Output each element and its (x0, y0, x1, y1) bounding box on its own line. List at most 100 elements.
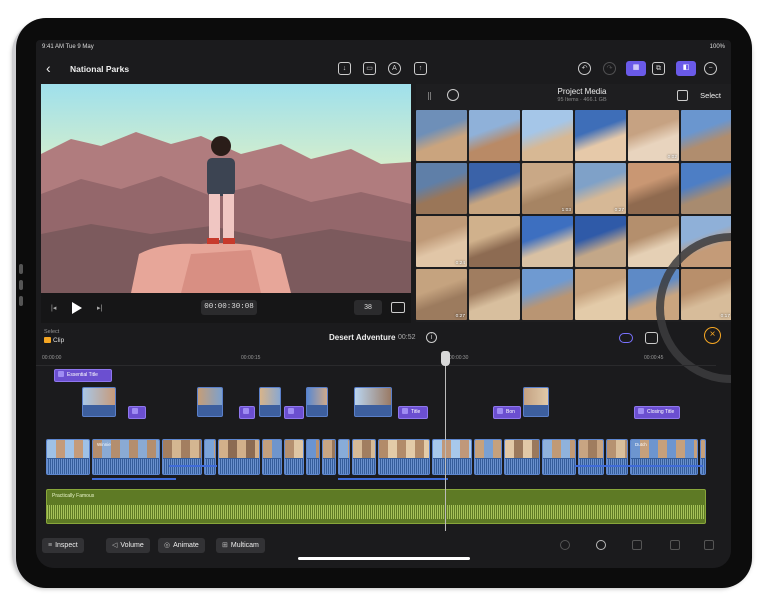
primary-clip[interactable] (162, 439, 202, 475)
media-thumbnail[interactable]: 0:24 (416, 216, 467, 267)
primary-clip[interactable] (606, 439, 628, 475)
title-clip[interactable] (239, 406, 255, 419)
primary-clip[interactable] (504, 439, 540, 475)
title-clip[interactable]: Essential Title (54, 369, 112, 382)
zoom-level[interactable]: 38 (354, 300, 382, 315)
primary-clip[interactable]: Dutch (630, 439, 698, 475)
split-icon[interactable] (632, 540, 642, 550)
playhead-handle[interactable] (441, 351, 450, 366)
title-clip[interactable]: Closing Title (634, 406, 680, 419)
clip-mode[interactable]: Clip (44, 337, 64, 344)
media-thumbnail[interactable] (628, 163, 679, 214)
connected-clip[interactable] (82, 387, 116, 417)
primary-clip[interactable] (542, 439, 576, 475)
connected-clip[interactable] (197, 387, 223, 417)
multicam-button[interactable]: ⊞ Multicam (216, 538, 265, 553)
media-thumbnail[interactable] (469, 163, 520, 214)
primary-clip[interactable] (284, 439, 304, 475)
effects-icon[interactable]: ⧉ (652, 62, 665, 75)
primary-clip[interactable] (474, 439, 502, 475)
primary-clip[interactable] (306, 439, 320, 475)
connected-clip[interactable] (523, 387, 549, 417)
media-thumbnail[interactable] (469, 110, 520, 161)
share-icon[interactable]: ↑ (414, 62, 427, 75)
title-clip[interactable]: Bon (493, 406, 521, 419)
more-icon[interactable]: − (704, 62, 717, 75)
media-thumbnail[interactable] (575, 110, 626, 161)
clip-filmstrip (307, 440, 319, 458)
voiceover-icon[interactable]: A (388, 62, 401, 75)
timeline[interactable]: Essential Title Title Bon Closing Title … (36, 366, 731, 531)
fit-view-icon[interactable] (391, 302, 405, 313)
media-thumbnail[interactable] (416, 163, 467, 214)
primary-clip[interactable] (700, 439, 706, 475)
connected-clip[interactable] (354, 387, 392, 417)
primary-clip[interactable] (432, 439, 472, 475)
media-thumbnail[interactable] (681, 163, 731, 214)
media-thumbnail[interactable] (681, 110, 731, 161)
media-thumbnail[interactable] (575, 269, 626, 320)
primary-clip[interactable] (204, 439, 216, 475)
media-thumbnail[interactable]: 0:02 (628, 110, 679, 161)
media-thumbnail[interactable] (575, 216, 626, 267)
undo-icon[interactable]: ↶ (578, 62, 591, 75)
primary-clip[interactable] (338, 439, 350, 475)
media-thumbnail[interactable] (522, 216, 573, 267)
redo-icon[interactable]: ↷ (603, 62, 616, 75)
side-button (19, 280, 23, 290)
grid-view-icon[interactable] (677, 90, 688, 101)
media-thumbnail[interactable] (628, 216, 679, 267)
trim-icon[interactable] (704, 540, 714, 550)
play-icon[interactable] (72, 302, 82, 314)
clip-filmstrip (543, 440, 575, 458)
skip-back-icon[interactable]: |◂ (51, 304, 56, 312)
filter-icon[interactable] (447, 89, 459, 101)
inspector-toggle-icon[interactable]: ◧ (676, 61, 696, 76)
skip-forward-icon[interactable]: ▸| (97, 304, 102, 312)
media-thumbnail[interactable] (522, 110, 573, 161)
media-thumbnail[interactable] (416, 110, 467, 161)
media-thumbnail[interactable]: 0:27 (416, 269, 467, 320)
primary-clip[interactable] (352, 439, 376, 475)
music-waveform (47, 505, 705, 519)
title-clip[interactable] (284, 406, 304, 419)
title-clip[interactable]: Title (398, 406, 428, 419)
checkmark-icon[interactable] (596, 540, 606, 550)
video-viewer[interactable] (41, 84, 411, 293)
clip-waveform (307, 459, 319, 474)
browser-toggle-icon[interactable]: ▦ (626, 61, 646, 76)
link-icon[interactable] (619, 333, 633, 343)
primary-clip[interactable] (46, 439, 90, 475)
primary-clip[interactable] (378, 439, 430, 475)
playhead[interactable] (445, 351, 446, 531)
media-thumbnail[interactable] (469, 269, 520, 320)
camera-icon[interactable]: ▭ (363, 62, 376, 75)
select-button[interactable]: Select (700, 91, 721, 100)
connected-clip[interactable] (306, 387, 328, 417)
music-clip[interactable]: Practically Famous (46, 489, 706, 524)
primary-clip[interactable]: Winnie (92, 439, 160, 475)
animate-button[interactable]: ◎ Animate (158, 538, 205, 553)
primary-storyline[interactable]: Winnie Dutch (46, 439, 706, 475)
title-clip[interactable] (128, 406, 146, 419)
clip-filmstrip (285, 440, 303, 458)
primary-clip[interactable] (262, 439, 282, 475)
media-thumbnail[interactable] (522, 269, 573, 320)
media-thumbnail[interactable]: 1:03 (522, 163, 573, 214)
info-icon[interactable]: i (426, 332, 437, 343)
primary-clip[interactable] (578, 439, 604, 475)
primary-clip[interactable] (322, 439, 336, 475)
inspect-button[interactable]: ≡ Inspect (42, 538, 84, 553)
detach-icon[interactable] (670, 540, 680, 550)
delete-icon[interactable] (560, 540, 570, 550)
drag-handle-icon[interactable] (428, 92, 431, 100)
connected-clip[interactable] (259, 387, 281, 417)
volume-button[interactable]: ◁ Volume (106, 538, 150, 553)
snapshot-icon[interactable] (645, 332, 658, 344)
primary-clip[interactable] (218, 439, 260, 475)
import-icon[interactable]: ↓ (338, 62, 351, 75)
media-thumbnail[interactable] (469, 216, 520, 267)
chevron-left-icon[interactable]: ‹ (46, 60, 51, 76)
media-thumbnail[interactable]: 0:27 (575, 163, 626, 214)
clip-filmstrip (475, 440, 501, 458)
